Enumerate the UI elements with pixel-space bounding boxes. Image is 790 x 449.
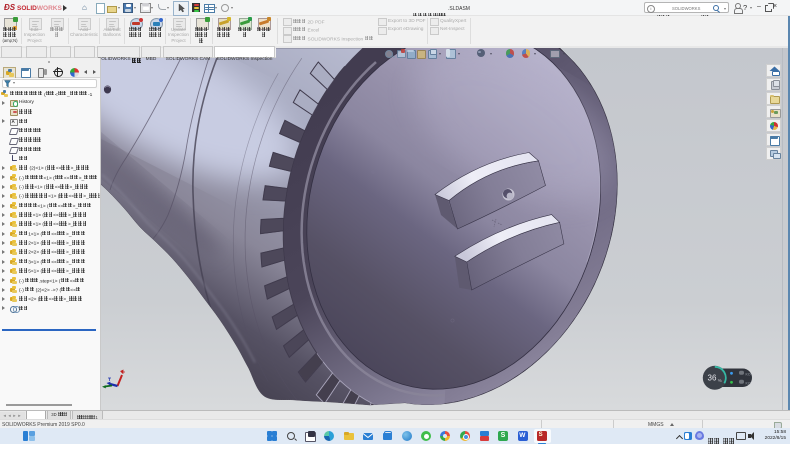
svg-text:KO: KO [746, 381, 751, 385]
svg-text:%: % [718, 378, 722, 383]
svg-text:36: 36 [708, 374, 717, 383]
svg-text:KO: KO [746, 372, 751, 376]
